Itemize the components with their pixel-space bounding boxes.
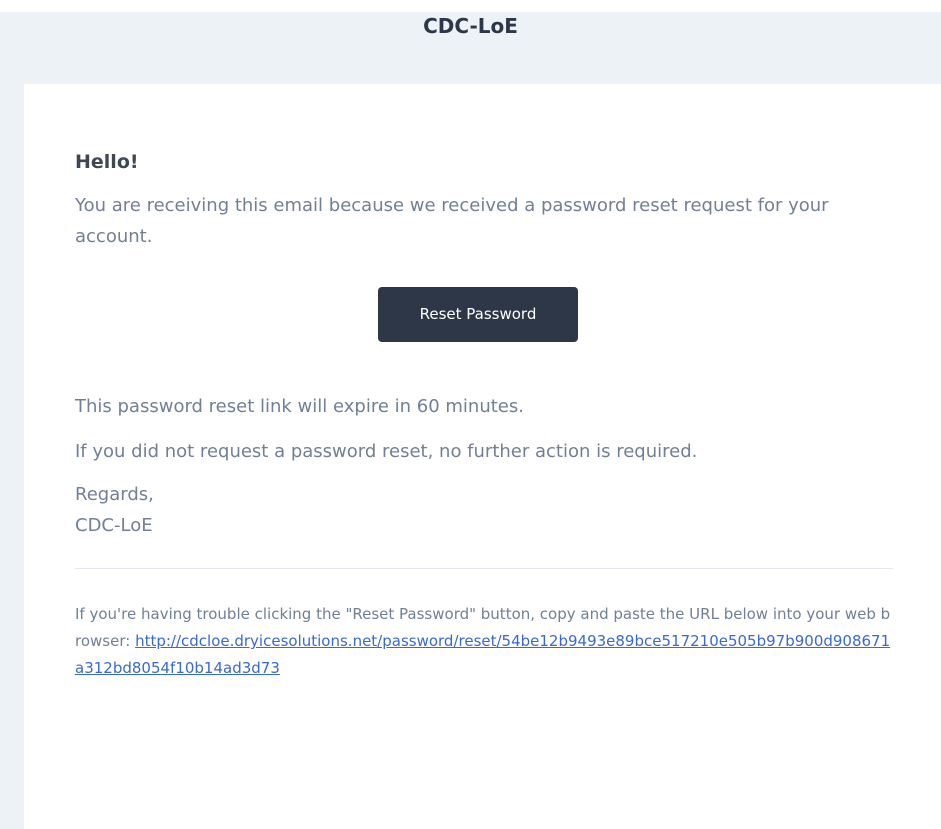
no-action-notice: If you did not request a password reset,… — [75, 441, 698, 462]
regards-block: Regards, CDC-LoE — [75, 479, 893, 541]
subcopy-paragraph: If you're having trouble clicking the "R… — [75, 601, 893, 682]
action-button-row: Reset Password — [63, 287, 893, 342]
expire-notice: This password reset link will expire in … — [75, 396, 524, 417]
email-body-card: Hello! You are receiving this email beca… — [24, 84, 941, 829]
brand-title[interactable]: CDC-LoE — [423, 14, 518, 38]
regards-line: Regards, — [75, 484, 154, 505]
reset-url-link[interactable]: http://cdcloe.dryicesolutions.net/passwo… — [75, 632, 890, 677]
email-wrapper: CDC-LoE Hello! You are receiving this em… — [0, 12, 941, 829]
reset-password-button[interactable]: Reset Password — [378, 287, 578, 342]
signature: CDC-LoE — [75, 515, 153, 536]
greeting-heading: Hello! — [75, 151, 139, 173]
divider — [75, 568, 893, 569]
intro-paragraph: You are receiving this email because we … — [75, 195, 829, 247]
email-header: CDC-LoE — [0, 12, 941, 84]
